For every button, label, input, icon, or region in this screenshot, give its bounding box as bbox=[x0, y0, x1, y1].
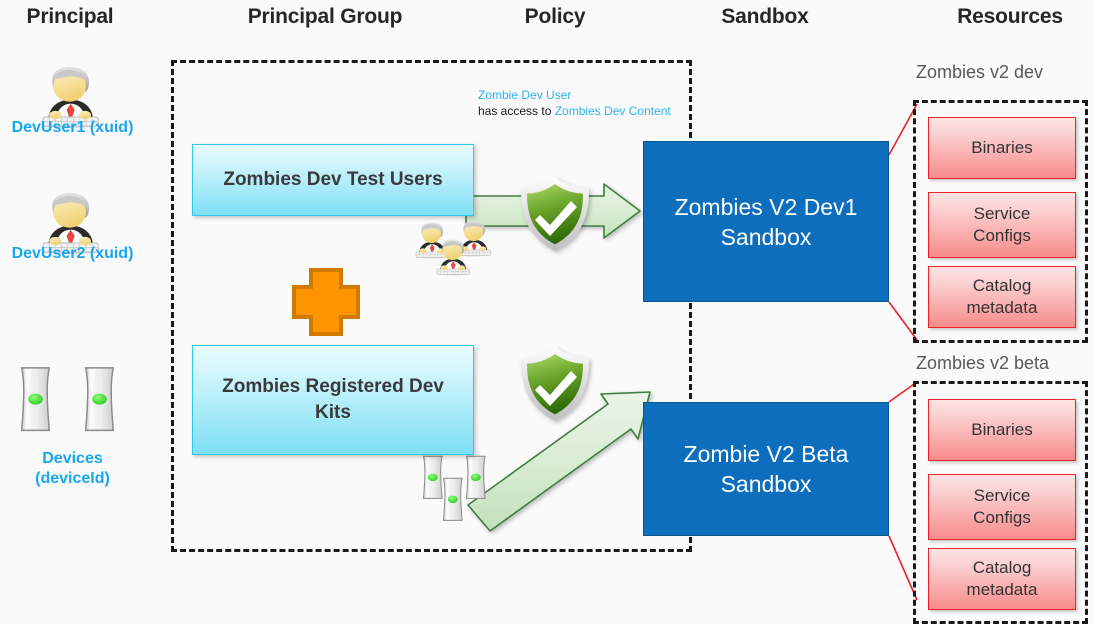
column-header-resources: Resources bbox=[957, 5, 1063, 28]
resource-beta-service-configs-line2: Configs bbox=[973, 508, 1031, 527]
resource-dev-service-configs-line2: Configs bbox=[973, 226, 1031, 245]
resource-beta-catalog-line1: Catalog bbox=[972, 558, 1032, 577]
column-header-sandbox: Sandbox bbox=[721, 5, 809, 28]
resource-beta-catalog-line2: metadata bbox=[966, 580, 1038, 599]
resource-dev-catalog-line2: metadata bbox=[966, 298, 1038, 317]
principal-label-devuser1: DevUser1 (xuid) bbox=[11, 119, 134, 136]
sandbox-beta-line2: Sandbox bbox=[720, 471, 812, 497]
principal-label-devuser2: DevUser2 (xuid) bbox=[11, 245, 134, 262]
principal-label-devices: Devices (deviceId) bbox=[0, 449, 145, 489]
principal-group-box-dev-test-users[interactable]: Zombies Dev Test Users bbox=[192, 144, 474, 216]
column-header-policy: Policy bbox=[524, 5, 586, 28]
resource-box-beta-binaries[interactable]: Binaries bbox=[928, 399, 1076, 461]
sandbox-dev1-line1: Zombies V2 Dev1 bbox=[674, 193, 858, 220]
resource-box-beta-service-configs[interactable]: Service Configs bbox=[928, 474, 1076, 540]
policy-annotation-line1: Zombie Dev User bbox=[478, 88, 572, 102]
column-header-principal: Principal bbox=[26, 5, 114, 28]
sandbox-dev1-line2: Sandbox bbox=[720, 223, 812, 250]
resource-dev-service-configs-line1: Service bbox=[973, 204, 1031, 223]
principal-group-box-registered-dev-kits[interactable]: Zombies Registered Dev Kits bbox=[192, 345, 474, 455]
resource-box-dev-service-configs[interactable]: Service Configs bbox=[928, 192, 1076, 258]
column-header-principal-group: Principal Group bbox=[247, 5, 403, 28]
principal-group-policy-container bbox=[171, 60, 692, 552]
sandbox-beta-line1: Zombie V2 Beta bbox=[683, 441, 849, 467]
policy-annotation-line2: has access to Zombies Dev Content bbox=[478, 104, 671, 118]
resource-dev-catalog-line1: Catalog bbox=[972, 276, 1032, 295]
policy-annotation: Zombie Dev User has access to Zombies De… bbox=[478, 87, 671, 119]
sandbox-box-zombie-v2-beta[interactable]: Zombie V2 Beta Sandbox bbox=[643, 402, 889, 536]
resource-beta-service-configs-line1: Service bbox=[973, 486, 1031, 505]
resource-box-beta-catalog-metadata[interactable]: Catalog metadata bbox=[928, 548, 1076, 610]
resource-group-caption-beta: Zombies v2 beta bbox=[916, 353, 1050, 373]
resource-box-dev-binaries[interactable]: Binaries bbox=[928, 117, 1076, 179]
diagram-canvas: Principal Principal Group Policy Sandbox… bbox=[0, 0, 1094, 624]
device-console-icon bbox=[84, 367, 115, 432]
device-console-icon bbox=[20, 367, 51, 432]
principal-label-devices-line2: (deviceId) bbox=[35, 470, 110, 487]
resource-group-caption-dev: Zombies v2 dev bbox=[916, 62, 1044, 82]
sandbox-box-zombies-v2-dev1[interactable]: Zombies V2 Dev1 Sandbox bbox=[643, 141, 889, 302]
principal-label-devices-line1: Devices bbox=[42, 450, 103, 467]
resource-box-dev-catalog-metadata[interactable]: Catalog metadata bbox=[928, 266, 1076, 328]
